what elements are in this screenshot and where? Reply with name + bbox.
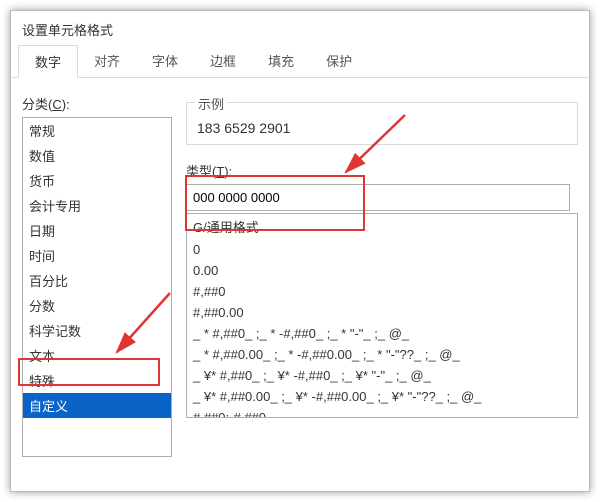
format-code-item[interactable]: _ ¥* #,##0_ ;_ ¥* -#,##0_ ;_ ¥* "-"_ ;_ … bbox=[187, 365, 577, 386]
dialog-title: 设置单元格格式 bbox=[12, 12, 588, 45]
format-code-item[interactable]: _ * #,##0_ ;_ * -#,##0_ ;_ * "-"_ ;_ @_ bbox=[187, 323, 577, 344]
format-code-item[interactable]: 0.00 bbox=[187, 260, 577, 281]
type-label: 类型(T): bbox=[186, 161, 578, 180]
format-code-item[interactable]: _ ¥* #,##0.00_ ;_ ¥* -#,##0.00_ ;_ ¥* "-… bbox=[187, 386, 577, 407]
category-item[interactable]: 分数 bbox=[23, 293, 171, 318]
format-code-item[interactable]: #,##0.00 bbox=[187, 302, 577, 323]
format-code-item[interactable]: _ * #,##0.00_ ;_ * -#,##0.00_ ;_ * "-"??… bbox=[187, 344, 577, 365]
tab-3[interactable]: 边框 bbox=[194, 45, 252, 77]
category-item[interactable]: 自定义 bbox=[23, 393, 171, 418]
tab-0[interactable]: 数字 bbox=[18, 45, 78, 78]
tab-2[interactable]: 字体 bbox=[136, 45, 194, 77]
format-cells-dialog: 设置单元格格式 数字对齐字体边框填充保护 分类(C): 常规数值货币会计专用日期… bbox=[12, 12, 588, 490]
category-item[interactable]: 常规 bbox=[23, 118, 171, 143]
format-code-item[interactable]: G/通用格式 bbox=[187, 214, 577, 239]
tab-4[interactable]: 填充 bbox=[252, 45, 310, 77]
example-box: 示例 183 6529 2901 bbox=[186, 102, 578, 145]
category-item[interactable]: 百分比 bbox=[23, 268, 171, 293]
format-code-item[interactable]: #,##0;-#,##0 bbox=[187, 407, 577, 418]
format-code-item[interactable]: #,##0 bbox=[187, 281, 577, 302]
category-item[interactable]: 特殊 bbox=[23, 368, 171, 393]
example-legend: 示例 bbox=[195, 94, 227, 113]
tab-strip: 数字对齐字体边框填充保护 bbox=[12, 45, 588, 78]
category-item[interactable]: 科学记数 bbox=[23, 318, 171, 343]
format-code-item[interactable]: 0 bbox=[187, 239, 577, 260]
tab-1[interactable]: 对齐 bbox=[78, 45, 136, 77]
category-item[interactable]: 数值 bbox=[23, 143, 171, 168]
category-label: 分类(C): bbox=[22, 94, 172, 113]
category-item[interactable]: 日期 bbox=[23, 218, 171, 243]
format-codes-listbox[interactable]: G/通用格式00.00#,##0#,##0.00_ * #,##0_ ;_ * … bbox=[186, 213, 578, 418]
tab-5[interactable]: 保护 bbox=[310, 45, 368, 77]
type-input[interactable] bbox=[186, 184, 570, 211]
category-item[interactable]: 货币 bbox=[23, 168, 171, 193]
category-listbox[interactable]: 常规数值货币会计专用日期时间百分比分数科学记数文本特殊自定义 bbox=[22, 117, 172, 457]
category-item[interactable]: 时间 bbox=[23, 243, 171, 268]
category-item[interactable]: 会计专用 bbox=[23, 193, 171, 218]
category-item[interactable]: 文本 bbox=[23, 343, 171, 368]
example-value: 183 6529 2901 bbox=[195, 120, 569, 136]
